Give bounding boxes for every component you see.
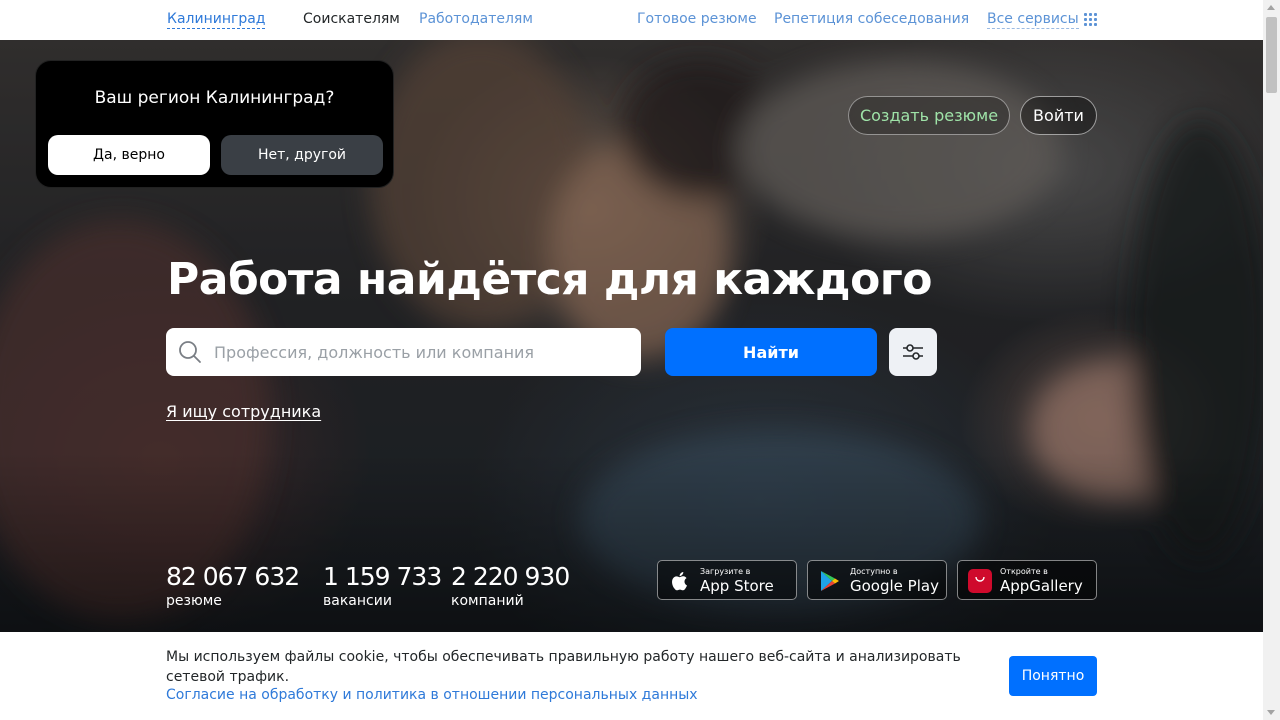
store-caption: Загрузите в bbox=[700, 567, 751, 576]
search-box[interactable] bbox=[166, 328, 641, 376]
app-gallery-badge[interactable]: Откройте в AppGallery bbox=[957, 560, 1097, 600]
privacy-policy-link[interactable]: Согласие на обработку и политика в отнош… bbox=[166, 687, 698, 703]
nav-all-services[interactable]: Все сервисы bbox=[987, 11, 1079, 29]
nav-employers[interactable]: Работодателям bbox=[419, 11, 533, 27]
region-question: Ваш регион Калининград? bbox=[94, 88, 335, 108]
scroll-down-arrow-icon[interactable] bbox=[1267, 710, 1275, 715]
stat-value: 1 159 733 bbox=[323, 562, 442, 591]
find-button[interactable]: Найти bbox=[665, 328, 877, 376]
huawei-icon bbox=[968, 569, 992, 593]
scrollbar-thumb[interactable] bbox=[1266, 17, 1277, 93]
cookie-banner: Мы используем файлы cookie, чтобы обеспе… bbox=[0, 632, 1263, 720]
stat-resumes: 82 067 632 резюме bbox=[166, 562, 300, 609]
stat-value: 2 220 930 bbox=[451, 562, 570, 591]
grid-icon[interactable] bbox=[1084, 13, 1097, 26]
google-play-badge[interactable]: Доступно в Google Play bbox=[807, 560, 947, 600]
employer-search-link[interactable]: Я ищу сотрудника bbox=[166, 402, 321, 421]
top-nav: Калининград Соискателям Работодателям Го… bbox=[0, 0, 1263, 40]
region-yes-button[interactable]: Да, верно bbox=[48, 135, 210, 175]
stat-value: 82 067 632 bbox=[166, 562, 300, 591]
search-icon bbox=[179, 341, 201, 363]
store-name: App Store bbox=[700, 577, 774, 595]
search-input[interactable] bbox=[214, 328, 634, 376]
nav-ready-resume[interactable]: Готовое резюме bbox=[637, 11, 757, 27]
cookie-text: Мы используем файлы cookie, чтобы обеспе… bbox=[166, 649, 961, 685]
city-selector-link[interactable]: Калининград bbox=[167, 11, 266, 29]
app-store-badge[interactable]: Загрузите в App Store bbox=[657, 560, 797, 600]
cookie-accept-button[interactable]: Понятно bbox=[1009, 656, 1097, 696]
create-resume-button[interactable]: Создать резюме bbox=[848, 96, 1010, 135]
region-confirm-popup: Ваш регион Калининград? Да, верно Нет, д… bbox=[35, 60, 394, 188]
scrollbar[interactable] bbox=[1263, 0, 1280, 720]
stat-label: вакансии bbox=[323, 593, 392, 609]
store-caption: Доступно в bbox=[850, 567, 898, 576]
stat-label: резюме bbox=[166, 593, 222, 609]
nav-interview-practice[interactable]: Репетиция собеседования bbox=[774, 11, 969, 27]
apple-icon bbox=[672, 572, 687, 591]
store-name: Google Play bbox=[850, 577, 939, 595]
sliders-icon bbox=[903, 344, 923, 360]
scroll-up-arrow-icon[interactable] bbox=[1267, 5, 1275, 10]
google-play-icon bbox=[821, 571, 839, 591]
filters-button[interactable] bbox=[889, 328, 937, 376]
store-name: AppGallery bbox=[1000, 577, 1083, 595]
region-no-button[interactable]: Нет, другой bbox=[221, 135, 383, 175]
hero-headline: Работа найдётся для каждого bbox=[167, 254, 933, 305]
login-button[interactable]: Войти bbox=[1020, 96, 1097, 135]
stat-companies: 2 220 930 компаний bbox=[451, 562, 570, 609]
stat-label: компаний bbox=[451, 593, 524, 609]
stat-vacancies: 1 159 733 вакансии bbox=[323, 562, 442, 609]
nav-seekers[interactable]: Соискателям bbox=[303, 11, 400, 27]
store-caption: Откройте в bbox=[1000, 567, 1048, 576]
